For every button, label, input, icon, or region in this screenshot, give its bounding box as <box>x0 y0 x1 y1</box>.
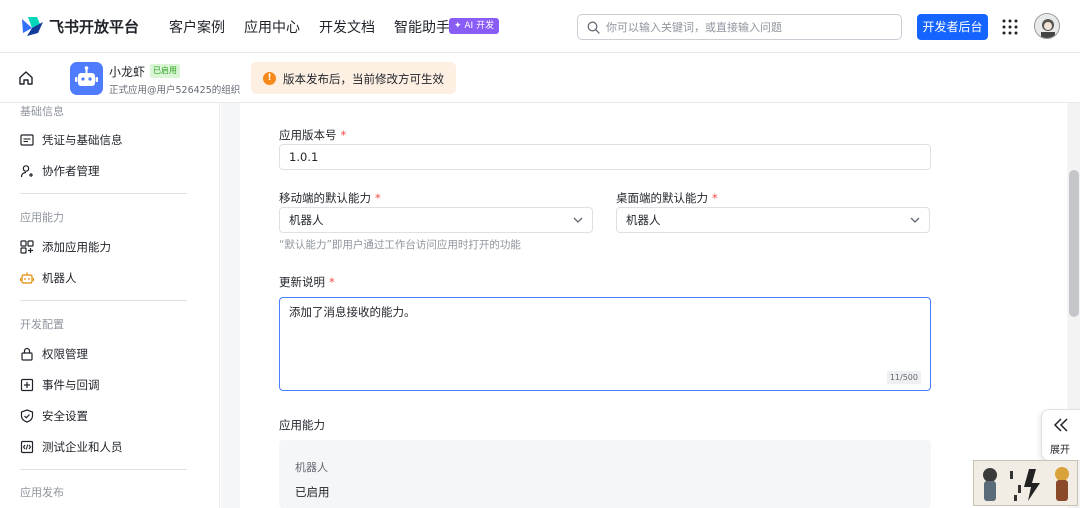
sidebar-group-dev-config: 开发配置 <box>20 318 64 331</box>
sidebar-item-collaborators[interactable]: 协作者管理 <box>20 161 200 181</box>
home-icon[interactable] <box>18 70 34 86</box>
char-counter: 11/500 <box>886 371 921 384</box>
lock-icon <box>21 347 33 361</box>
sidebar-item-credentials[interactable]: 凭证与基础信息 <box>20 130 200 150</box>
brand-name[interactable]: 飞书开放平台 <box>49 16 139 37</box>
sidebar-item-robot[interactable]: 机器人 <box>20 268 200 288</box>
desktop-value: 机器人 <box>626 213 661 227</box>
nav-dev-docs[interactable]: 开发文档 <box>319 17 375 37</box>
watermark-image <box>973 460 1078 506</box>
apps-grid-icon[interactable] <box>1002 19 1018 35</box>
plus-square-icon <box>20 378 34 392</box>
expand-panel-button[interactable]: 展开 <box>1041 409 1080 461</box>
robot-icon <box>20 272 34 284</box>
dev-console-button[interactable]: 开发者后台 <box>917 14 988 40</box>
app-avatar <box>70 62 103 95</box>
sidebar-item-label: 凭证与基础信息 <box>42 133 123 147</box>
version-label: 应用版本号 * <box>279 127 346 143</box>
sidebar-group-release: 应用发布 <box>20 486 64 499</box>
capability-name: 机器人 <box>295 461 328 474</box>
version-label-text: 应用版本号 <box>279 128 337 142</box>
nav-app-center[interactable]: 应用中心 <box>244 17 300 37</box>
capability-status: 已启用 <box>295 485 330 499</box>
notes-label-text: 更新说明 <box>279 275 325 289</box>
version-form-card: 应用版本号 * 1.0.1 移动端的默认能力 * 机器人 桌面端的默认能力 * 机器人… <box>240 103 1067 508</box>
sidebar-item-label: 安全设置 <box>42 409 88 423</box>
main-content: 应用版本号 * 1.0.1 移动端的默认能力 * 机器人 桌面端的默认能力 * 机器人… <box>221 103 1068 508</box>
sidebar-divider <box>20 193 187 194</box>
sidebar-item-label: 测试企业和人员 <box>42 440 123 454</box>
ai-dev-badge: ✦ AI 开发 <box>449 18 500 34</box>
capabilities-section-title: 应用能力 <box>279 418 325 432</box>
app-header: 小龙虾 已启用 正式应用@用户526425的组织 ! 版本发布后，当前修改方可生… <box>0 53 1080 103</box>
version-input[interactable]: 1.0.1 <box>279 144 931 170</box>
app-subtitle: 正式应用@用户526425的组织 <box>109 85 241 96</box>
sidebar-divider <box>20 469 187 470</box>
sidebar-group-capabilities: 应用能力 <box>20 211 64 224</box>
desktop-capability-select[interactable]: 机器人 <box>616 207 930 233</box>
capability-card: 机器人 已启用 <box>279 440 931 508</box>
mobile-value: 机器人 <box>289 213 324 227</box>
sidebar-item-security[interactable]: 安全设置 <box>20 406 200 426</box>
chevron-down-icon <box>573 217 583 223</box>
sidebar-item-events[interactable]: 事件与回调 <box>20 375 200 395</box>
watermark-figures-icon <box>983 467 1069 501</box>
sidebar-group-basic-info: 基础信息 <box>20 105 64 118</box>
user-avatar[interactable] <box>1034 13 1060 39</box>
desktop-label-text: 桌面端的默认能力 <box>616 191 708 205</box>
warning-icon: ! <box>263 72 276 85</box>
double-chevron-left-icon <box>1053 418 1068 432</box>
mobile-capability-select[interactable]: 机器人 <box>279 207 593 233</box>
id-card-icon <box>20 134 34 146</box>
release-notes-label: 更新说明 * <box>279 274 335 290</box>
required-mark: * <box>712 191 718 205</box>
sidebar-item-label: 事件与回调 <box>42 378 100 392</box>
search-input[interactable] <box>606 19 894 36</box>
search-icon <box>587 21 600 34</box>
robot-avatar-icon <box>75 66 98 86</box>
user-add-icon <box>20 165 33 178</box>
mobile-capability-label: 移动端的默认能力 * <box>279 190 381 206</box>
sidebar-item-test-enterprise[interactable]: 测试企业和人员 <box>20 437 200 457</box>
desktop-capability-label: 桌面端的默认能力 * <box>616 190 718 206</box>
required-mark: * <box>329 275 335 289</box>
chevron-down-icon <box>910 217 920 223</box>
shield-icon <box>20 409 34 423</box>
sidebar-item-label: 机器人 <box>42 271 77 285</box>
release-notes-text: 添加了消息接收的能力。 <box>289 305 416 319</box>
grid-add-icon <box>20 240 34 254</box>
app-name: 小龙虾 <box>109 65 146 79</box>
sidebar-item-add-capability[interactable]: 添加应用能力 <box>20 237 200 257</box>
sidebar-item-label: 协作者管理 <box>42 164 100 178</box>
sidebar-item-label: 添加应用能力 <box>42 240 111 254</box>
release-notes-textarea[interactable]: 添加了消息接收的能力。 11/500 <box>279 297 931 391</box>
top-navbar: 飞书开放平台 客户案例 应用中心 开发文档 智能助手 ✦ AI 开发 开发者后台 <box>0 0 1080 53</box>
user-avatar-icon <box>1035 14 1059 38</box>
code-icon <box>20 440 34 454</box>
app-status-badge: 已启用 <box>150 64 180 78</box>
notice-text: 版本发布后，当前修改方可生效 <box>283 72 444 86</box>
version-value: 1.0.1 <box>289 150 319 164</box>
sidebar: 基础信息 凭证与基础信息 协作者管理 应用能力 添加应用能力 机器人 开发配置 … <box>0 103 220 508</box>
expand-label: 展开 <box>1050 445 1070 456</box>
required-mark: * <box>375 191 381 205</box>
feishu-logo-icon[interactable] <box>20 15 44 37</box>
sidebar-item-permissions[interactable]: 权限管理 <box>20 344 200 364</box>
mobile-label-text: 移动端的默认能力 <box>279 191 371 205</box>
nav-smart-assistant[interactable]: 智能助手 <box>394 17 450 37</box>
scrollbar-thumb[interactable] <box>1069 170 1079 317</box>
nav-customer-cases[interactable]: 客户案例 <box>169 17 225 37</box>
publish-notice: ! 版本发布后，当前修改方可生效 <box>251 62 456 94</box>
sidebar-divider <box>20 300 187 301</box>
required-mark: * <box>340 128 347 142</box>
search-box[interactable] <box>577 14 902 40</box>
default-capability-hint: “默认能力”即用户通过工作台访问应用时打开的功能 <box>279 239 521 251</box>
sidebar-item-label: 权限管理 <box>42 347 88 361</box>
